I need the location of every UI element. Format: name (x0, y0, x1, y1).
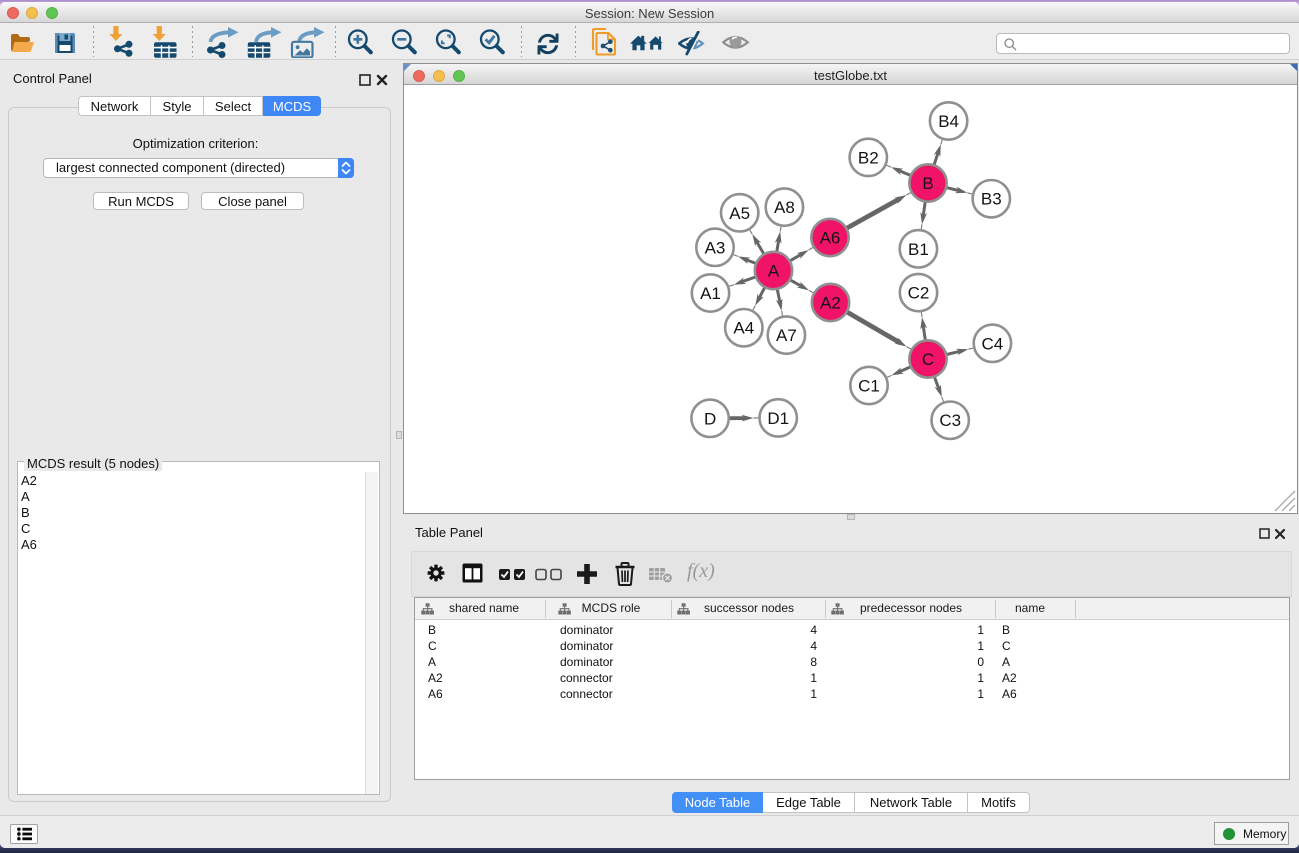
svg-text:A5: A5 (729, 204, 750, 223)
svg-text:B2: B2 (858, 148, 879, 167)
svg-text:A3: A3 (705, 238, 726, 257)
svg-text:A: A (768, 262, 780, 281)
svg-text:C1: C1 (858, 377, 880, 396)
svg-text:C3: C3 (939, 411, 961, 430)
svg-text:A8: A8 (774, 198, 795, 217)
svg-text:B4: B4 (938, 112, 959, 131)
svg-text:C: C (922, 350, 934, 369)
svg-text:C2: C2 (908, 284, 930, 303)
svg-text:A2: A2 (820, 294, 841, 313)
svg-text:A7: A7 (776, 326, 797, 345)
svg-text:C4: C4 (982, 334, 1004, 353)
svg-text:D1: D1 (767, 409, 789, 428)
svg-text:B: B (922, 174, 933, 193)
svg-text:B3: B3 (981, 190, 1002, 209)
svg-text:A1: A1 (700, 284, 721, 303)
svg-text:B1: B1 (908, 240, 929, 259)
svg-text:A6: A6 (820, 229, 841, 248)
svg-text:A4: A4 (733, 319, 754, 338)
svg-text:D: D (704, 409, 716, 428)
